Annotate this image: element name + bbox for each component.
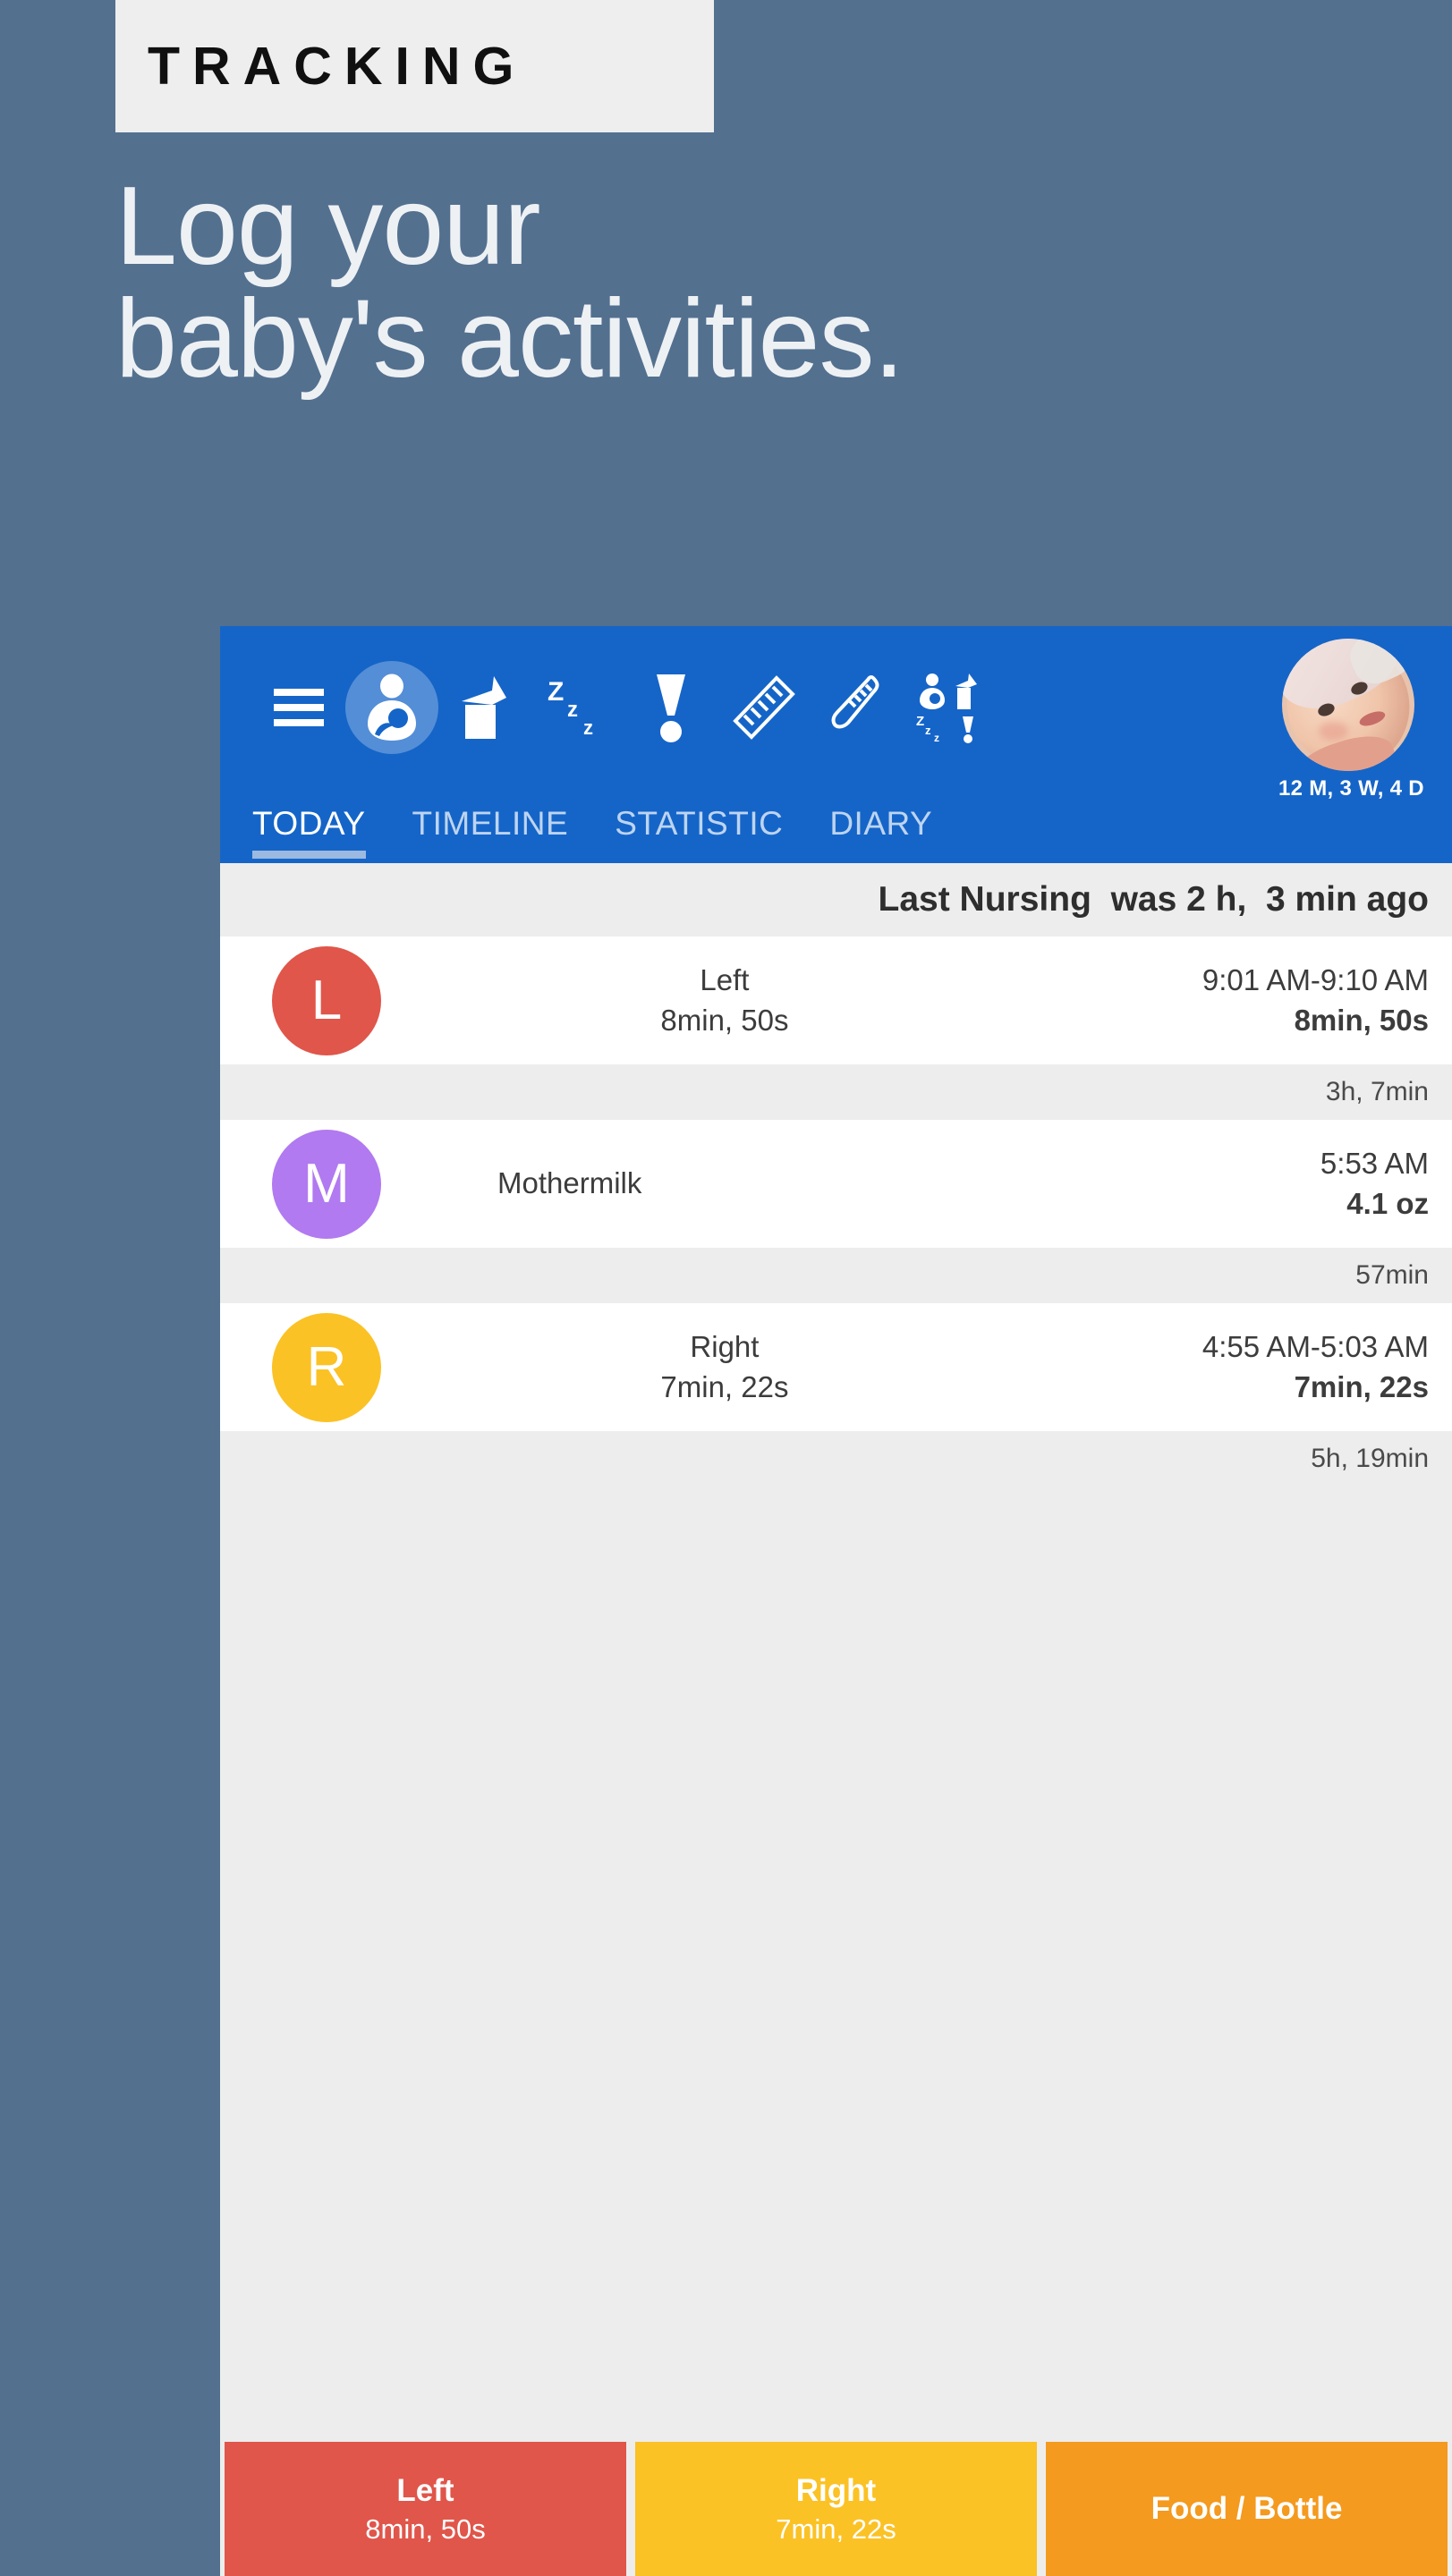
action-title: Food / Bottle xyxy=(1151,2491,1343,2527)
entry-amount: 4.1 oz xyxy=(1346,1186,1429,1220)
gap-row: 3h, 7min xyxy=(220,1064,1452,1120)
action-title: Left xyxy=(396,2473,454,2509)
table-row[interactable]: R Right 7min, 22s 4:55 AM-5:03 AM 7min, … xyxy=(220,1303,1452,1431)
temperature-button[interactable] xyxy=(811,661,904,754)
entry-time-range: 9:01 AM-9:10 AM xyxy=(1202,963,1429,997)
promo-badge-label: TRACKING xyxy=(148,37,527,96)
entry-badge: R xyxy=(272,1312,381,1422)
nursing-button[interactable] xyxy=(345,661,438,754)
tab-statistic[interactable]: STATISTIC xyxy=(591,805,806,859)
entry-time-range: 5:53 AM xyxy=(1320,1147,1429,1181)
entry-description: Right 7min, 22s xyxy=(381,1327,1202,1406)
nursing-icon xyxy=(368,674,416,741)
svg-text:z: z xyxy=(934,732,939,743)
gap-row: 5h, 19min xyxy=(220,1431,1452,1487)
svg-text:z: z xyxy=(567,698,578,722)
svg-text:z: z xyxy=(583,716,593,739)
other-icon: Z z z xyxy=(916,674,977,743)
thermometer-icon xyxy=(831,674,879,729)
action-title: Right xyxy=(795,2473,877,2509)
list-empty-space xyxy=(220,1487,1452,2442)
svg-text:z: z xyxy=(925,724,931,737)
entry-side: Left xyxy=(700,963,750,997)
diaper-button[interactable] xyxy=(624,661,718,754)
left-breast-button[interactable]: Left 8min, 50s xyxy=(225,2442,626,2576)
avatar[interactable] xyxy=(1282,639,1414,771)
sleep-icon: Z z z xyxy=(548,677,593,739)
baby-age-label: 12 M, 3 W, 4 D xyxy=(1278,776,1424,801)
right-breast-button[interactable]: Right 7min, 22s xyxy=(635,2442,1037,2576)
tab-bar: TODAY TIMELINE STATISTIC DIARY xyxy=(220,769,1452,859)
entry-side: Right xyxy=(690,1330,760,1364)
promo-badge: TRACKING xyxy=(115,0,714,132)
entry-badge: M xyxy=(272,1129,381,1239)
svg-text:Z: Z xyxy=(916,714,924,729)
tab-timeline[interactable]: TIMELINE xyxy=(389,805,592,859)
app-screenshot: Z z z Z z z 12 M, 3 W, 4 D TODAY TIMELIN… xyxy=(220,626,1452,2576)
tab-today[interactable]: TODAY xyxy=(252,805,389,859)
entry-duration: 7min, 22s xyxy=(660,1369,789,1403)
measure-button[interactable] xyxy=(718,661,811,754)
menu-icon xyxy=(274,689,324,726)
tab-diary[interactable]: DIARY xyxy=(806,805,955,859)
food-bottle-button[interactable]: Food / Bottle xyxy=(1046,2442,1448,2576)
entry-description: Mothermilk xyxy=(381,1164,1320,1203)
gap-row: 57min xyxy=(220,1248,1452,1303)
promo-headline: Log your baby's activities. xyxy=(115,165,904,402)
entry-amount: 7min, 22s xyxy=(1294,1369,1429,1403)
entry-meta: 5:53 AM 4.1 oz xyxy=(1320,1144,1452,1223)
other-button[interactable]: Z z z xyxy=(904,661,997,754)
pump-button[interactable] xyxy=(438,661,531,754)
menu-button[interactable] xyxy=(252,661,345,754)
table-row[interactable]: M Mothermilk 5:53 AM 4.1 oz xyxy=(220,1120,1452,1248)
app-bar: Z z z Z z z 12 M, 3 W, 4 D TODAY TIMELIN… xyxy=(220,626,1452,863)
table-row[interactable]: L Left 8min, 50s 9:01 AM-9:10 AM 8min, 5… xyxy=(220,936,1452,1064)
entry-time-range: 4:55 AM-5:03 AM xyxy=(1202,1330,1429,1364)
entry-badge: L xyxy=(272,945,381,1055)
entry-amount: 8min, 50s xyxy=(1294,1003,1429,1037)
entry-duration: 8min, 50s xyxy=(660,1003,789,1037)
diaper-icon xyxy=(657,674,685,742)
svg-text:Z: Z xyxy=(548,677,564,707)
sleep-button[interactable]: Z z z xyxy=(531,661,624,754)
entry-side: Mothermilk xyxy=(497,1166,642,1200)
baby-profile[interactable]: 12 M, 3 W, 4 D xyxy=(1278,639,1424,801)
pump-icon xyxy=(462,676,506,739)
action-subtitle: 7min, 22s xyxy=(776,2512,896,2545)
last-nursing-label: Last Nursing was 2 h, 3 min ago xyxy=(878,880,1429,919)
toolbar-icon-row: Z z z Z z z xyxy=(220,626,1452,769)
entry-description: Left 8min, 50s xyxy=(381,961,1202,1039)
ruler-icon xyxy=(733,675,795,740)
action-bar: Left 8min, 50s Right 7min, 22s Food / Bo… xyxy=(220,2442,1452,2576)
action-subtitle: 8min, 50s xyxy=(365,2512,486,2545)
entry-meta: 9:01 AM-9:10 AM 8min, 50s xyxy=(1202,961,1452,1039)
last-nursing-row: Last Nursing was 2 h, 3 min ago xyxy=(220,863,1452,936)
entry-meta: 4:55 AM-5:03 AM 7min, 22s xyxy=(1202,1327,1452,1406)
